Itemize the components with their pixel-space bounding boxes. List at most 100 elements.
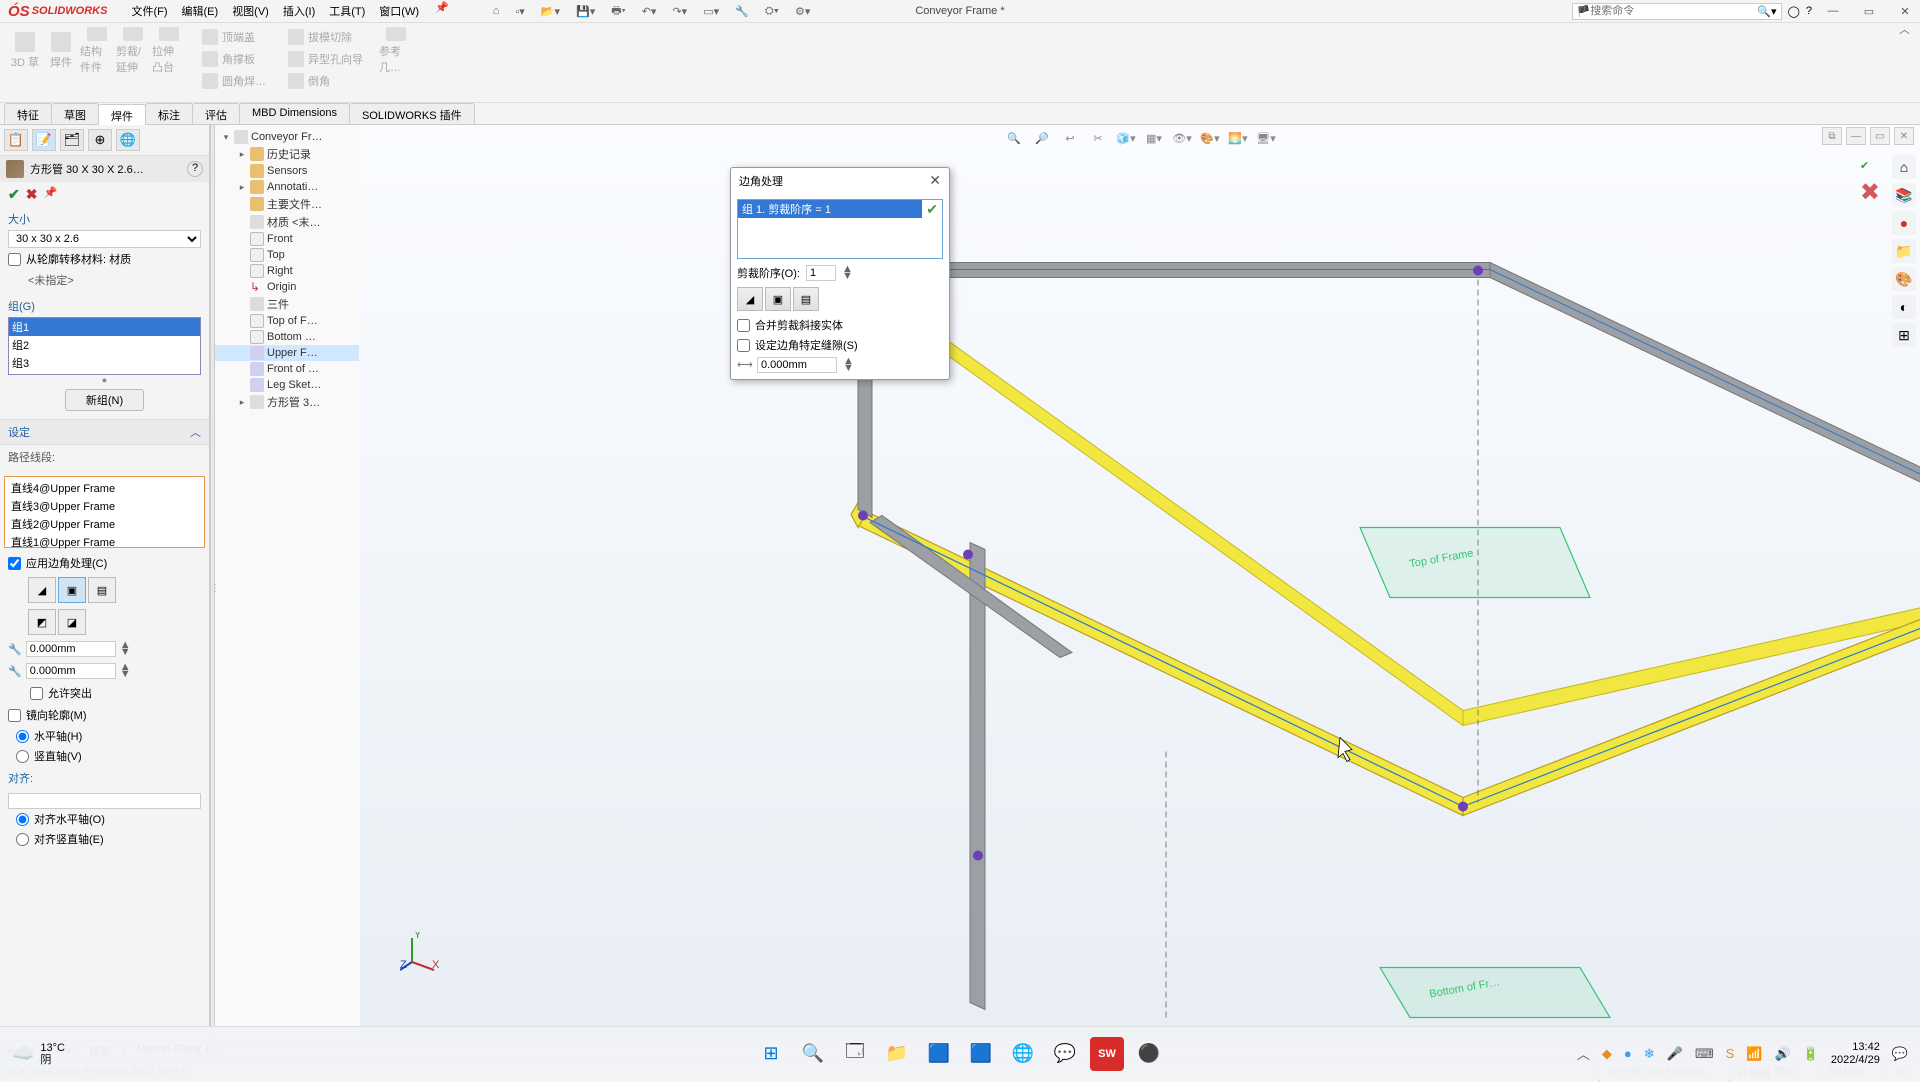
tree-item-11[interactable]: Top of F…: [215, 313, 359, 329]
taskbar-app-2-icon[interactable]: 🟦: [964, 1037, 998, 1071]
pm-transfer-material-checkbox[interactable]: [8, 253, 21, 266]
tray-icon-3[interactable]: ❄: [1644, 1046, 1655, 1062]
graphics-viewport[interactable]: 🔍 🔎 ↩ ✂ 🧊▾ ▦▾ 👁▾ 🎨▾ 🌅▾ 🖥▾ ⧉ — ▭ ✕ ✔ ✖ ⌂ …: [360, 125, 1920, 1040]
window-maximize[interactable]: ▭: [1854, 1, 1884, 21]
pm-group-3[interactable]: 组3: [9, 354, 200, 372]
pin-icon[interactable]: 📌: [435, 1, 449, 21]
dialog-gap-input[interactable]: [757, 357, 837, 373]
tray-mic-icon[interactable]: 🎤: [1667, 1046, 1683, 1062]
dialog-merge-miter-checkbox[interactable]: [737, 319, 750, 332]
pm-tab-dimxpert-icon[interactable]: ⊕: [88, 129, 112, 151]
pm-radio-align-horizontal[interactable]: [16, 813, 29, 826]
pm-radio-align-vertical[interactable]: [16, 833, 29, 846]
tab-sketch[interactable]: 草图: [51, 103, 99, 124]
tab-features[interactable]: 特征: [4, 103, 52, 124]
pm-path-item-2[interactable]: 直线2@Upper Frame: [7, 515, 202, 533]
window-close[interactable]: ✕: [1890, 1, 1920, 21]
ribbon-extrude-boss[interactable]: 拉伸 凸台: [152, 27, 186, 75]
tree-item-3[interactable]: ▸Annotati…: [215, 179, 359, 195]
dialog-gap-spinner[interactable]: ▲▼: [843, 358, 854, 372]
ribbon-reference-geom[interactable]: 参考 几…: [379, 27, 413, 75]
tree-item-8[interactable]: Right: [215, 263, 359, 279]
pm-path-item-1[interactable]: 直线3@Upper Frame: [7, 497, 202, 515]
pm-tab-feature-manager-icon[interactable]: 📋: [4, 129, 28, 151]
tree-item-4[interactable]: 主要文件…: [215, 195, 359, 213]
ribbon-fillet-bead[interactable]: 圆角焊…: [196, 71, 272, 91]
tree-item-13[interactable]: Upper F…: [215, 345, 359, 361]
taskbar-taskview-icon[interactable]: 🗔: [838, 1037, 872, 1071]
home-icon[interactable]: ⌂: [489, 3, 504, 19]
select-icon[interactable]: ▭▾: [699, 3, 723, 20]
taskbar-wechat-icon[interactable]: 💬: [1048, 1037, 1082, 1071]
print-icon[interactable]: 🖶▾: [607, 0, 629, 23]
ribbon-trim-extend[interactable]: 剪裁/ 延伸: [116, 27, 150, 75]
tray-battery-icon[interactable]: 🔋: [1803, 1046, 1819, 1062]
tree-item-16[interactable]: ▸方形管 3…: [215, 393, 359, 411]
settings-gear-icon[interactable]: ⚙▾: [791, 3, 814, 20]
taskbar-explorer-icon[interactable]: 📁: [880, 1037, 914, 1071]
dialog-order-spinner[interactable]: ▲▼: [842, 266, 853, 280]
tree-expander-icon[interactable]: ▾: [221, 132, 231, 143]
dialog-list-ok-icon[interactable]: ✔: [922, 201, 942, 218]
ribbon-weldment[interactable]: 焊件: [44, 27, 78, 75]
save-icon[interactable]: 💾▾: [572, 3, 599, 20]
tree-expander-icon[interactable]: ▸: [237, 397, 247, 408]
panel-splitter[interactable]: [210, 125, 215, 1040]
pm-corner-merge2-button[interactable]: ◪: [58, 609, 86, 635]
pm-help-icon[interactable]: ?: [187, 161, 203, 177]
tree-item-1[interactable]: ▸历史记录: [215, 145, 359, 163]
tray-icon-4[interactable]: S: [1726, 1046, 1735, 1061]
pm-radio-vertical[interactable]: [16, 750, 29, 763]
dialog-titlebar[interactable]: 边角处理 ✕: [731, 168, 949, 193]
tray-volume-icon[interactable]: 🔊: [1775, 1046, 1791, 1062]
pm-gap1-spinner[interactable]: ▲▼: [120, 642, 131, 656]
dialog-corner-btn-2[interactable]: ▣: [765, 287, 791, 311]
ribbon-gusset[interactable]: 角撑板: [196, 49, 272, 69]
tab-addins[interactable]: SOLIDWORKS 插件: [349, 103, 475, 124]
pm-size-dropdown[interactable]: 30 x 30 x 2.6: [8, 230, 201, 248]
pm-allow-protrude-checkbox[interactable]: [30, 687, 43, 700]
dialog-order-input[interactable]: [806, 265, 836, 281]
orientation-triad[interactable]: Y X Z: [400, 932, 440, 972]
command-search-input[interactable]: [1590, 5, 1757, 17]
tree-item-5[interactable]: 材质 <末…: [215, 213, 359, 231]
taskbar-search-icon[interactable]: 🔍: [796, 1037, 830, 1071]
open-icon[interactable]: 📂▾: [537, 3, 564, 20]
ribbon-chamfer[interactable]: 倒角: [282, 71, 369, 91]
ribbon-3d-sketch[interactable]: 3D 草: [8, 27, 42, 75]
pm-gap2-input[interactable]: [26, 663, 116, 679]
pm-gap2-spinner[interactable]: ▲▼: [120, 664, 131, 678]
pm-groups-listbox[interactable]: 组1 组2 组3: [8, 317, 201, 375]
taskbar-edge-icon[interactable]: 🌐: [1006, 1037, 1040, 1071]
new-icon[interactable]: ▫▾: [511, 3, 528, 20]
search-magnifier-icon[interactable]: 🔍▾: [1757, 5, 1776, 18]
tray-clock[interactable]: 13:42 2022/4/29: [1831, 1041, 1880, 1067]
tray-keyboard-icon[interactable]: ⌨: [1695, 1046, 1714, 1062]
pm-tab-config-manager-icon[interactable]: 🗂: [60, 129, 84, 151]
ribbon-draft-cut[interactable]: 拔模切除: [282, 27, 369, 47]
tab-mbd[interactable]: MBD Dimensions: [239, 103, 350, 124]
pm-corner-endbutt2-button[interactable]: ▤: [88, 577, 116, 603]
pm-corner-endbutt1-button[interactable]: ▣: [58, 577, 86, 603]
menu-file[interactable]: 文件(F): [125, 1, 173, 21]
ribbon-structural-member[interactable]: 结构 件件: [80, 27, 114, 75]
pm-tab-property-manager-icon[interactable]: 📝: [32, 129, 56, 151]
taskbar-app-3-icon[interactable]: ⚫: [1132, 1037, 1166, 1071]
rebuild-icon[interactable]: 🔧: [731, 3, 753, 20]
menu-edit[interactable]: 编辑(E): [176, 1, 225, 21]
tree-expander-icon[interactable]: ▸: [237, 182, 247, 193]
options-icon[interactable]: ⛭▾: [761, 3, 783, 20]
help-icon[interactable]: ?: [1806, 5, 1812, 17]
tray-chevron-icon[interactable]: ︿: [1577, 1044, 1590, 1063]
dialog-group-list[interactable]: 组 1. 剪裁阶序 = 1 ✔: [737, 199, 943, 259]
dialog-corner-btn-1[interactable]: ◢: [737, 287, 763, 311]
undo-icon[interactable]: ↶▾: [638, 3, 661, 20]
taskbar-solidworks-icon[interactable]: SW: [1090, 1037, 1124, 1071]
dialog-corner-btn-3[interactable]: ▤: [793, 287, 819, 311]
user-icon[interactable]: ◯: [1788, 5, 1800, 18]
tree-item-15[interactable]: Leg Sket…: [215, 377, 359, 393]
pm-path-item-3[interactable]: 直线1@Upper Frame: [7, 533, 202, 551]
menu-window[interactable]: 窗口(W): [373, 1, 425, 21]
menu-view[interactable]: 视图(V): [226, 1, 275, 21]
start-button[interactable]: ⊞: [754, 1037, 788, 1071]
